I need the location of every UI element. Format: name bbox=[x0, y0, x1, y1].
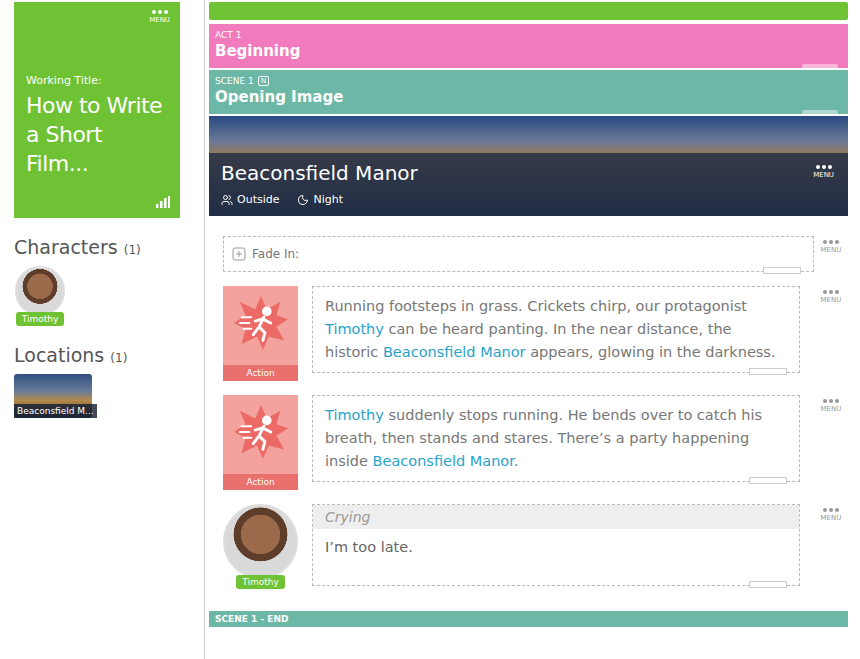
block-menu-dots-icon[interactable] bbox=[823, 399, 839, 403]
block-menu-dots-label[interactable]: MENU bbox=[821, 246, 842, 254]
working-title[interactable]: How to Write a Short Film... bbox=[26, 91, 170, 178]
character-name: Timothy bbox=[16, 312, 65, 326]
speaker-avatar bbox=[223, 504, 298, 579]
action-label: Action bbox=[223, 474, 298, 490]
block-menu[interactable]: MENU bbox=[814, 504, 848, 522]
act-title: Beginning bbox=[215, 42, 842, 60]
action-type[interactable]: Action bbox=[223, 286, 298, 381]
block-menu[interactable]: MENU bbox=[814, 236, 848, 254]
locations-heading: Locations (1) bbox=[14, 344, 180, 366]
dialogue-row: Timothy CryingI’m too late. MENU bbox=[223, 504, 848, 589]
block-handle[interactable] bbox=[749, 368, 787, 375]
script-blocks: Fade In: MENU Action Running footsteps in g… bbox=[209, 216, 848, 589]
transition-icon bbox=[232, 247, 246, 261]
dialogue-block[interactable]: CryingI’m too late. bbox=[312, 504, 800, 586]
speaker-name: Timothy bbox=[236, 575, 285, 589]
action-row: Action Timothy suddenly stops running. He… bbox=[223, 395, 848, 490]
scene-label: SCENE 1 N bbox=[215, 76, 842, 86]
block-menu-dots-icon[interactable] bbox=[823, 290, 839, 294]
parenthetical[interactable]: Crying bbox=[313, 505, 799, 529]
act-label: ACT 1 bbox=[215, 30, 842, 40]
location-banner-overlay: Beaconsfield Manor Outside Night MENU bbox=[209, 153, 848, 216]
banner-menu-dots-icon[interactable] bbox=[816, 165, 832, 169]
moon-icon bbox=[297, 194, 309, 206]
block-menu[interactable]: MENU bbox=[814, 286, 848, 304]
app: MENU Working Title: How to Write a Short F… bbox=[0, 0, 860, 659]
dialogue-text[interactable]: I’m too late. bbox=[313, 529, 799, 585]
block-handle[interactable] bbox=[749, 581, 787, 588]
block-menu-dots-label[interactable]: MENU bbox=[821, 514, 842, 522]
top-bar bbox=[209, 2, 848, 20]
entity-link[interactable]: Beaconsfield Manor bbox=[373, 453, 514, 469]
action-label: Action bbox=[223, 365, 298, 381]
block-handle[interactable] bbox=[749, 477, 787, 484]
stats-icon[interactable] bbox=[156, 196, 170, 208]
transition-row: Fade In: MENU bbox=[223, 236, 848, 272]
project-menu[interactable]: MENU bbox=[149, 10, 170, 24]
time: Night bbox=[297, 193, 343, 206]
scene-badge: N bbox=[258, 76, 269, 86]
location-name: Beaconsfield M... bbox=[14, 404, 97, 418]
action-row: Action Running footsteps in grass. Cricke… bbox=[223, 286, 848, 381]
project-menu-dots-label[interactable]: MENU bbox=[149, 16, 170, 24]
block-menu-dots-label[interactable]: MENU bbox=[821, 296, 842, 304]
entity-link[interactable]: Beaconsfield Manor bbox=[383, 344, 526, 360]
block-menu-dots-label[interactable]: MENU bbox=[821, 405, 842, 413]
action-runner-icon bbox=[232, 403, 290, 461]
location-banner[interactable]: Beaconsfield Manor Outside Night MENU bbox=[209, 116, 848, 216]
speaker[interactable]: Timothy bbox=[223, 504, 298, 589]
act-bar[interactable]: ACT 1 Beginning bbox=[209, 24, 848, 68]
scene-title: Opening Image bbox=[215, 88, 842, 106]
location-banner-name: Beaconsfield Manor bbox=[221, 161, 836, 185]
characters-heading: Characters (1) bbox=[14, 236, 180, 258]
text-span: appears, glowing in the darkness. bbox=[526, 344, 776, 360]
action-type[interactable]: Action bbox=[223, 395, 298, 490]
action-text[interactable]: Timothy suddenly stops running. He bends… bbox=[312, 395, 800, 482]
banner-menu-dots-label[interactable]: MENU bbox=[813, 171, 834, 179]
project-card[interactable]: MENU Working Title: How to Write a Short F… bbox=[14, 2, 180, 218]
block-menu[interactable]: MENU bbox=[814, 395, 848, 413]
text-span: . bbox=[514, 453, 519, 469]
scene-end-bar: SCENE 1 - END bbox=[209, 611, 848, 627]
setting: Outside bbox=[221, 193, 279, 206]
entity-link[interactable]: Timothy bbox=[325, 407, 384, 423]
location-banner-meta: Outside Night bbox=[221, 193, 836, 206]
banner-menu[interactable]: MENU bbox=[813, 165, 834, 179]
scene-bar[interactable]: SCENE 1 N Opening Image bbox=[209, 70, 848, 114]
working-title-label: Working Title: bbox=[26, 74, 170, 87]
character-card[interactable]: Timothy bbox=[14, 266, 66, 326]
action-text[interactable]: Running footsteps in grass. Crickets chi… bbox=[312, 286, 800, 373]
block-handle[interactable] bbox=[763, 267, 801, 274]
transition-block[interactable]: Fade In: bbox=[223, 236, 814, 272]
block-menu-dots-icon[interactable] bbox=[823, 508, 839, 512]
entity-link[interactable]: Timothy bbox=[325, 321, 384, 337]
project-menu-dots-icon[interactable] bbox=[152, 10, 168, 14]
people-icon bbox=[221, 194, 233, 206]
action-runner-icon bbox=[232, 294, 290, 352]
location-card[interactable]: Beaconsfield M... bbox=[14, 374, 92, 418]
block-menu-dots-icon[interactable] bbox=[823, 240, 839, 244]
sidebar: MENU Working Title: How to Write a Short F… bbox=[0, 0, 204, 659]
character-avatar bbox=[15, 266, 65, 316]
script-editor: ACT 1 Beginning SCENE 1 N Opening Image Beac… bbox=[204, 0, 860, 659]
text-span: Running footsteps in grass. Crickets chi… bbox=[325, 298, 747, 314]
